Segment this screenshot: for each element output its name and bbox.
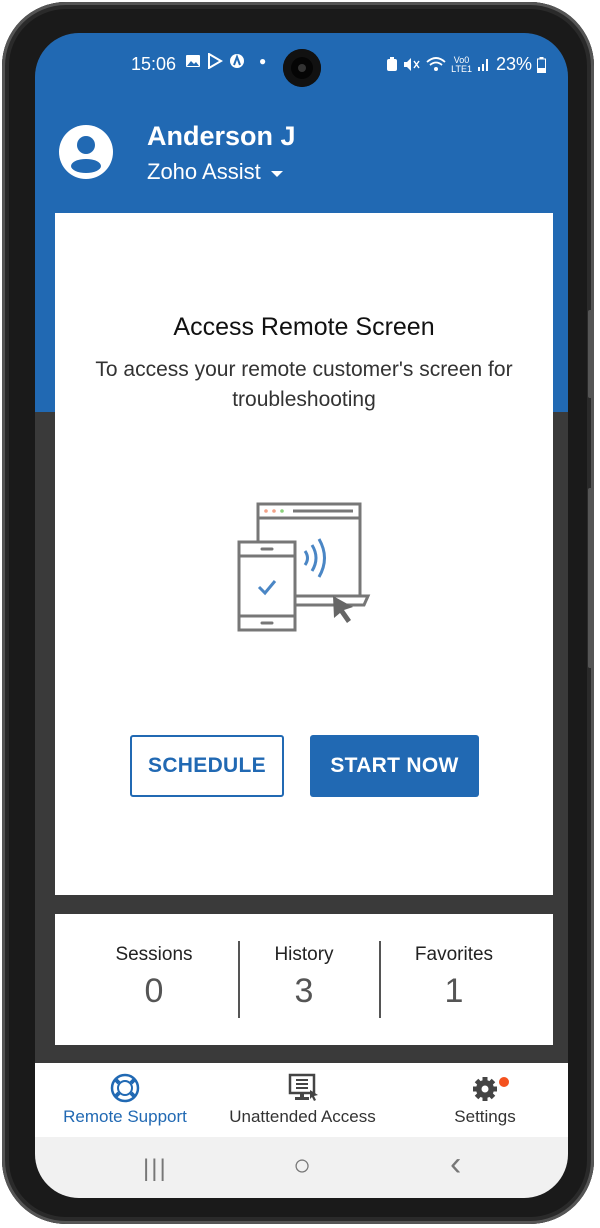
caret-down-icon [270, 170, 283, 177]
smartphone-illustration-icon [237, 540, 297, 632]
organization-name: Zoho Assist [147, 159, 261, 184]
more-notifications-dot: ● [259, 54, 267, 68]
system-navigation-bar: ||| ○ ‹ [35, 1137, 568, 1198]
stat-value: 0 [144, 972, 164, 1010]
wifi-icon [426, 57, 446, 71]
home-button[interactable]: ○ [293, 1149, 311, 1183]
stat-label: History [274, 944, 334, 965]
schedule-button[interactable]: SCHEDULE [130, 735, 284, 797]
stat-sessions[interactable]: Sessions 0 [79, 914, 229, 1011]
battery-percent: 23% [495, 54, 532, 74]
system-icons: Vo0 LTE1 23% [386, 54, 546, 75]
card-title: Access Remote Screen [173, 313, 435, 341]
nav-label: Unattended Access [229, 1107, 376, 1126]
notification-badge [499, 1077, 509, 1087]
remote-screen-illustration [237, 502, 371, 632]
stats-panel: Sessions 0 History 3 Favorites 1 [55, 914, 553, 1045]
nav-settings[interactable]: Settings [415, 1063, 555, 1137]
battery-icon [537, 56, 546, 73]
account-circle-icon[interactable] [59, 125, 113, 179]
play-store-icon [208, 53, 223, 69]
start-now-button[interactable]: START NOW [310, 735, 479, 797]
power-button [588, 488, 594, 668]
phone-frame: 15:06 ● Vo0 LTE1 23% Anderson J Zoho Ass… [2, 2, 594, 1224]
stat-value: 1 [444, 972, 464, 1010]
volume-button [588, 310, 594, 398]
front-camera [283, 49, 321, 87]
gallery-icon [186, 55, 200, 67]
assist-icon [230, 54, 244, 68]
card-subtitle: To access your remote customer's screen … [95, 358, 513, 411]
back-button[interactable]: ‹ [450, 1145, 461, 1184]
app-header: Anderson J Zoho Assist [35, 117, 568, 197]
battery-saver-icon [387, 57, 398, 71]
notification-icons: ● [185, 53, 266, 69]
nav-remote-support[interactable]: Remote Support [45, 1063, 205, 1137]
clock: 15:06 [131, 54, 177, 74]
nav-label: Settings [454, 1107, 516, 1126]
stat-label: Sessions [115, 944, 193, 965]
nav-label: Remote Support [63, 1107, 187, 1126]
app-screen: 15:06 ● Vo0 LTE1 23% Anderson J Zoho Ass… [35, 33, 568, 1198]
stat-history[interactable]: History 3 [229, 914, 379, 1011]
signal-icon [477, 59, 488, 71]
gear-icon [473, 1077, 497, 1101]
stat-favorites[interactable]: Favorites 1 [379, 914, 529, 1011]
monitor-icon [288, 1073, 318, 1101]
recents-button[interactable]: ||| [143, 1155, 168, 1183]
bottom-navigation: Remote Support Unattended Access Setting… [35, 1063, 568, 1137]
stat-label: Favorites [414, 944, 494, 965]
organization-selector[interactable]: Zoho Assist [147, 159, 283, 185]
gear-icon-wrap [469, 1073, 509, 1103]
stat-value: 3 [294, 972, 314, 1010]
volte-lte-icon: Vo0 LTE1 [451, 54, 472, 74]
mute-icon [404, 58, 420, 71]
access-remote-card: Access Remote Screen To access your remo… [55, 213, 553, 895]
nav-unattended-access[interactable]: Unattended Access [220, 1063, 385, 1137]
lifebuoy-icon [110, 1073, 140, 1103]
user-name: Anderson J [147, 121, 296, 151]
